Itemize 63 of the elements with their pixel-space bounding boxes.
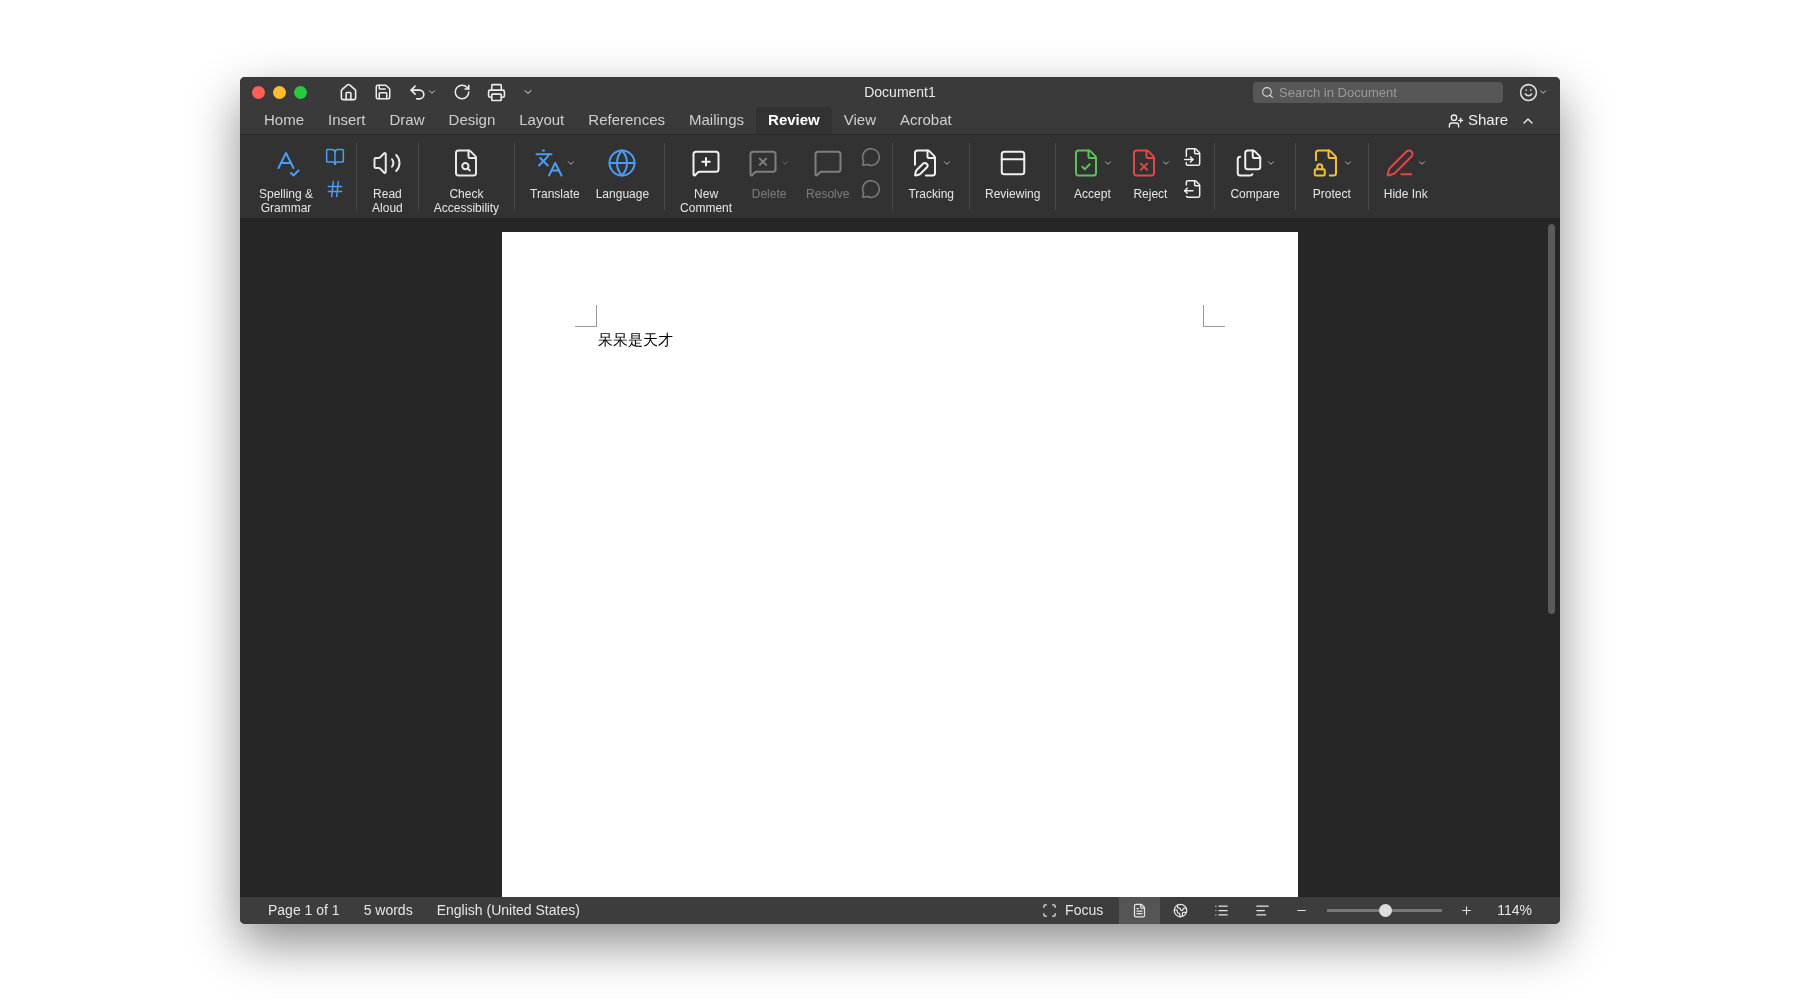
window-title: Document1 [864,82,936,102]
ribbon-button[interactable]: Reviewing [981,143,1045,201]
focus-icon [1042,903,1058,918]
scrollbar[interactable] [1548,224,1555,614]
caret-icon[interactable] [427,87,437,97]
ribbon-tab[interactable]: View [831,107,888,134]
margin-corner-mark [575,305,597,327]
comment-plus-icon [691,148,722,178]
search-field[interactable]: Search in Document [1253,81,1503,103]
ribbon-button[interactable]: Spelling & Grammar [255,143,318,215]
ribbon-button[interactable]: Check Accessibility [429,143,504,215]
ribbon-button[interactable]: Accept [1067,143,1118,201]
minimize-button[interactable] [273,85,286,99]
person-plus-icon [1447,112,1464,129]
ribbon-button[interactable]: Language [591,143,654,201]
margin-corner-mark [1203,305,1225,327]
comment-x-icon [748,148,779,178]
caret-icon[interactable] [1538,87,1548,97]
ribbon-button[interactable]: Read Aloud [368,143,407,215]
ribbon-tab[interactable]: Layout [507,107,577,134]
document-text: 呆呆是天才 [598,330,674,351]
comment-icon [812,148,843,178]
ribbon-tab[interactable]: Design [436,107,508,134]
ribbon-button[interactable]: Translate [526,143,584,201]
ribbon-button[interactable]: Compare [1226,143,1284,201]
page-icon [1132,903,1148,918]
undo-icon[interactable] [408,82,427,102]
print-icon[interactable] [487,82,506,102]
ribbon-button[interactable]: Hide Ink [1379,143,1432,201]
ribbon-tab[interactable]: Insert [316,107,378,134]
page-count[interactable]: Page 1 of 1 [268,900,340,921]
save-icon[interactable] [374,83,392,101]
pen-icon [1384,148,1415,178]
globe-icon [607,148,638,178]
focus-button[interactable]: Focus [1042,900,1104,921]
ribbon-tab[interactable]: Review [756,107,832,134]
web-icon [1173,903,1189,918]
share-button[interactable]: Share [1447,109,1508,132]
zoom-percentage[interactable]: 114% [1497,900,1532,921]
zoom-slider-thumb[interactable] [1378,904,1392,917]
ribbon-tab[interactable]: Home [252,107,316,134]
lines-icon [1255,903,1271,918]
ribbon-button[interactable]: New Comment [676,143,737,215]
home-icon[interactable] [339,82,358,102]
search-icon [1261,85,1274,99]
ribbon-tab[interactable]: Acrobat [888,107,964,134]
outline-icon [1214,903,1230,918]
ribbon-tab[interactable]: References [576,107,677,134]
translate-icon [533,148,564,178]
zoom-button[interactable] [294,85,307,99]
ribbon-button[interactable]: Reject [1125,143,1176,201]
close-button[interactable] [252,85,265,99]
smiley-icon[interactable] [1519,82,1538,102]
ribbon-tab[interactable]: Draw [377,107,437,134]
zoom-in-icon[interactable] [1460,904,1474,917]
word-count[interactable]: 5 words [363,900,413,921]
ribbon-button[interactable]: Protect [1306,143,1357,201]
view-button[interactable] [1119,897,1161,924]
language-status[interactable]: English (United States) [436,900,580,921]
ribbon-tab[interactable]: Mailings [677,107,757,134]
ribbon-button[interactable]: Tracking [904,143,959,201]
book-icon[interactable] [325,147,346,167]
redo-icon[interactable] [453,83,471,101]
